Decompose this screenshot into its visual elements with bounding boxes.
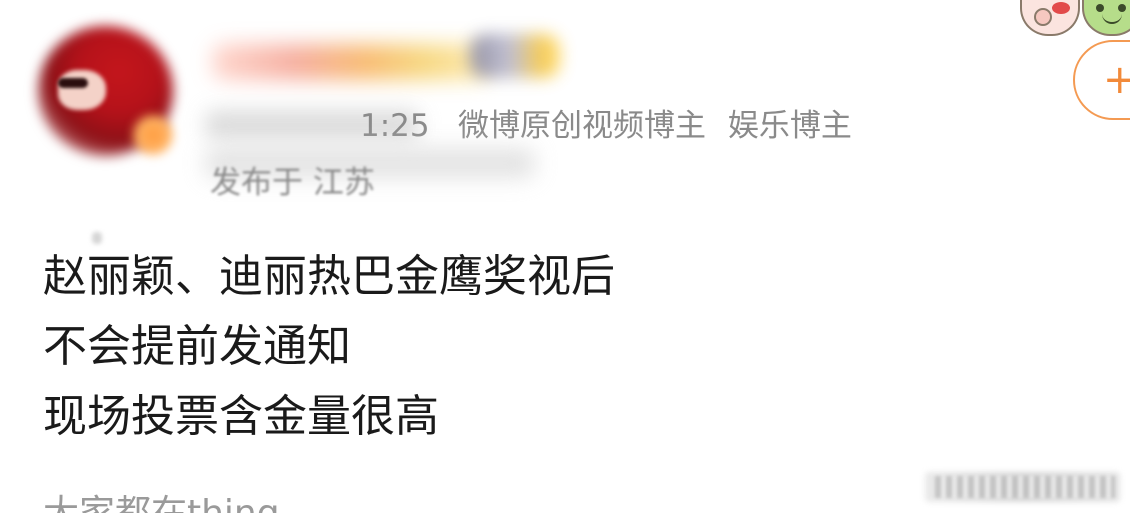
username-blurred[interactable] xyxy=(212,44,492,80)
verified-badge-icon xyxy=(133,115,173,155)
vip-badge-icon xyxy=(470,34,560,78)
author-tags: 微博原创视频博主 娱乐博主 xyxy=(458,106,852,146)
post-location: 发布于 江苏 xyxy=(210,165,375,201)
plus-icon: + xyxy=(1103,57,1130,103)
post-body-line: 不会提前发通知 xyxy=(43,321,351,372)
frog-face-sticker-icon xyxy=(1082,0,1130,36)
weibo-post-card: 1:25 微博原创视频博主 娱乐博主 发布于 江苏 + 赵丽颖、迪丽热巴金鹰奖视… xyxy=(0,0,1130,513)
author-tag: 微博原创视频博主 xyxy=(458,108,706,144)
post-body-line: 赵丽颖、迪丽热巴金鹰奖视后 xyxy=(43,251,615,302)
avatar-face xyxy=(58,70,106,110)
author-tag: 娱乐博主 xyxy=(727,108,852,144)
cropped-next-line: 大家都在thing xyxy=(43,492,280,513)
watermark-pattern xyxy=(935,476,1115,498)
follow-button[interactable]: + xyxy=(1073,40,1130,120)
pig-face-sticker-icon xyxy=(1020,0,1080,36)
avatar-sunglasses xyxy=(58,78,88,88)
post-body: 赵丽颖、迪丽热巴金鹰奖视后 不会提前发通知 现场投票含金量很高 xyxy=(43,242,943,452)
post-time: 1:25 xyxy=(360,108,430,144)
post-body-line: 现场投票含金量很高 xyxy=(43,391,439,442)
